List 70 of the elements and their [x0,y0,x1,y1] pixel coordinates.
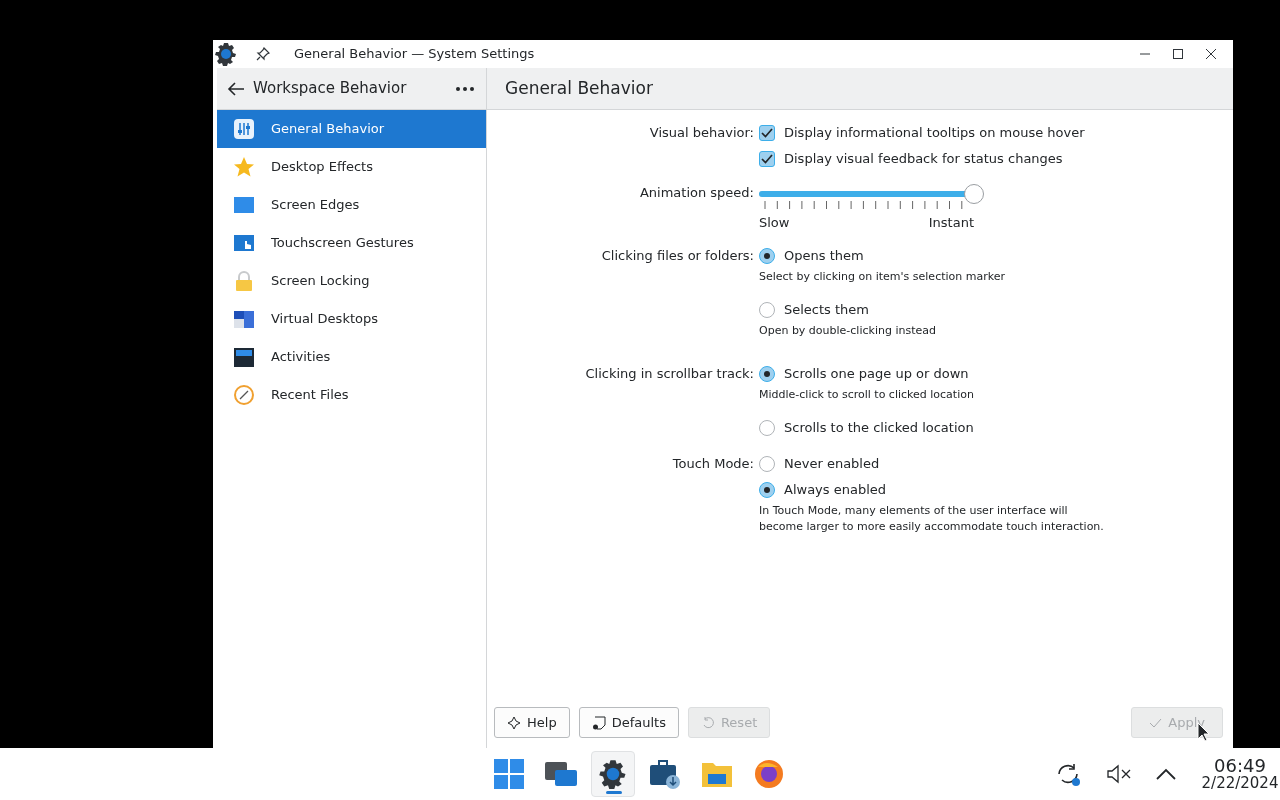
checkbox[interactable] [759,151,775,167]
form-label: Animation speed: [638,184,754,202]
clock-icon [233,384,255,406]
browser-icon [754,759,784,789]
radio-button[interactable] [759,419,775,436]
check-icon [1149,717,1163,728]
action-button[interactable]: Help [494,707,570,738]
help-icon [507,715,521,730]
hint-text: Middle-click to scroll to clicked location [759,386,975,403]
more-icon[interactable] [456,86,474,91]
sidebar-item[interactable]: Screen Edges [217,186,486,224]
slider-max-label: Instant [928,214,974,232]
checkbox[interactable] [759,125,775,141]
radio-label[interactable]: Scrolls to the clicked location [784,417,974,438]
pin-icon[interactable] [256,47,270,61]
maximize-icon[interactable] [1172,48,1184,60]
settings-icon [598,759,628,789]
action-button[interactable]: Defaults [578,707,679,738]
radio-button[interactable] [759,301,775,318]
folder-icon [702,760,732,788]
form-label: Touch Mode: [671,454,754,473]
sidebar-item[interactable]: Activities [217,338,486,376]
screen-icon [233,194,255,216]
sidebar-item[interactable]: Screen Locking [217,262,486,300]
slider[interactable] [759,183,985,205]
briefcase-download-icon [649,759,681,789]
radio-label[interactable]: Scrolls one page up or down [784,363,969,384]
activities-icon [233,346,255,368]
checkbox-label[interactable]: Display visual feedback for status changes [784,149,1063,169]
radio-button[interactable] [759,455,775,472]
radio-button[interactable] [759,365,775,382]
radio-button[interactable] [759,247,775,264]
radio-button[interactable] [759,481,775,498]
hint-text: Open by double-clicking instead [759,322,937,339]
close-icon[interactable] [1205,48,1217,60]
checkbox-label[interactable]: Display informational tooltips on mouse hover [784,123,1085,143]
taskbar-app[interactable] [591,751,635,797]
sidebar-item[interactable]: Recent Files [217,376,486,414]
windows-overview-icon [545,760,577,788]
settings-sliders-icon [233,118,255,140]
touch-screen-icon [233,232,255,254]
slider-min-label: Slow [759,214,790,232]
chevron-up-icon[interactable] [1156,768,1176,780]
star-icon [233,156,255,178]
sidebar-item[interactable]: General Behavior [217,110,486,148]
clock-time: 06:49 [1213,756,1267,776]
settings-icon[interactable] [214,42,238,66]
defaults-icon [591,715,606,730]
radio-label[interactable]: Opens them [784,245,864,266]
muted-speaker-icon[interactable] [1106,764,1132,784]
clock-date: 2/22/2024 [1200,775,1280,792]
page-title: General Behavior [505,76,653,100]
back-arrow-icon[interactable] [227,81,245,96]
form-label: Visual behavior: [648,124,754,142]
virtual-desktops-icon [233,308,255,330]
hint-text: In Touch Mode, many elements of the user interface will become larger to more easily accommodate touch interaction. [759,502,1104,535]
sidebar-item[interactable]: Touchscreen Gestures [217,224,486,262]
radio-label[interactable]: Selects them [784,299,869,320]
sidebar-item[interactable]: Desktop Effects [217,148,486,186]
hint-text: Select by clicking on item's selection marker [759,268,1006,285]
slider-handle[interactable] [964,184,984,204]
lock-icon [233,270,255,292]
sidebar-item[interactable]: Virtual Desktops [217,300,486,338]
sidebar-header: Workspace Behavior [253,78,407,100]
radio-label[interactable]: Always enabled [784,479,887,500]
radio-label[interactable]: Never enabled [784,453,880,474]
start-menu-icon [494,759,524,789]
form-label: Clicking files or folders: [600,246,754,265]
window-title: General Behavior — System Settings [294,45,535,64]
form-label: Clicking in scrollbar track: [584,364,754,383]
